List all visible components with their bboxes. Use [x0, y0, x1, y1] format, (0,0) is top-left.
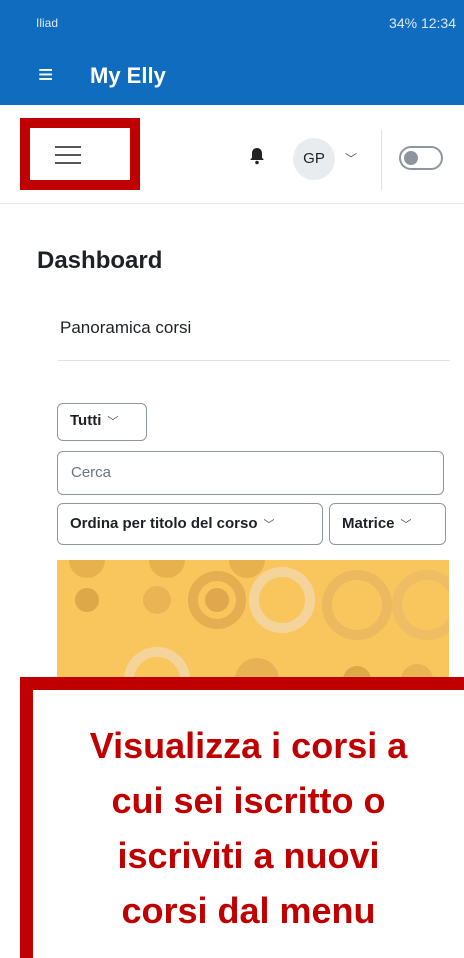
page-title: Dashboard: [37, 247, 163, 274]
chevron-down-icon: ﹀: [107, 416, 119, 428]
search-input[interactable]: Cerca: [57, 451, 444, 495]
banner-line: Visualizza i corsi a: [89, 725, 408, 766]
view-dropdown-button[interactable]: Matrice ﹀: [329, 503, 446, 545]
banner-line: cui sei iscritto o: [111, 780, 386, 821]
app-bar: ≡ My Elly: [0, 47, 464, 105]
section-divider: [58, 360, 450, 361]
chevron-down-icon: ﹀: [400, 519, 412, 531]
carrier-label: Iliad: [36, 16, 59, 30]
hamburger-menu-icon[interactable]: [55, 146, 81, 164]
chevron-down-icon[interactable]: ﹀: [345, 150, 357, 167]
banner-line: corsi dal menu: [121, 890, 376, 931]
chevron-down-icon: ﹀: [263, 519, 275, 531]
sort-label: Ordina per titolo del corso: [70, 515, 258, 532]
banner-line: iscriviti a nuovi: [117, 835, 380, 876]
status-right: 34% 12:34: [389, 15, 456, 31]
status-bar: Iliad 34% 12:34: [0, 0, 464, 47]
sort-dropdown-button[interactable]: Ordina per titolo del corso ﹀: [57, 503, 323, 545]
banner-text: Visualizza i corsi a cui sei iscritto o …: [33, 718, 464, 938]
app-menu-icon[interactable]: ≡: [38, 61, 53, 87]
filter-dropdown-button[interactable]: Tutti ﹀: [57, 403, 147, 441]
user-avatar[interactable]: GP: [293, 138, 335, 180]
panel-title: Panoramica corsi: [60, 318, 192, 337]
nav-divider: [381, 130, 382, 190]
edit-mode-toggle[interactable]: [399, 146, 443, 170]
toggle-knob: [404, 151, 418, 165]
view-label: Matrice: [342, 515, 395, 532]
instruction-banner: Visualizza i corsi a cui sei iscritto o …: [20, 677, 464, 958]
app-title: My Elly: [90, 63, 166, 88]
banner-inner: Visualizza i corsi a cui sei iscritto o …: [33, 690, 464, 958]
filter-label: Tutti: [70, 412, 102, 429]
notification-bell-icon[interactable]: [247, 146, 267, 166]
